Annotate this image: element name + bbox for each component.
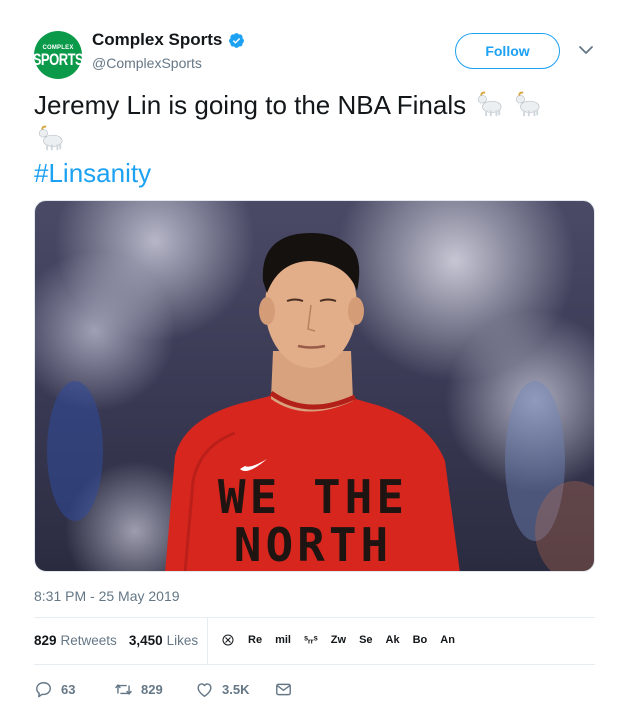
retweets-count: 829 — [34, 633, 57, 648]
retweets-label: Retweets — [60, 633, 117, 648]
likes-label: Likes — [166, 633, 199, 648]
reply-icon — [36, 682, 51, 698]
shirt-text-line1: WE THE — [218, 470, 408, 524]
likes-count: 3,450 — [128, 633, 163, 648]
stats-separator — [207, 618, 208, 664]
like-count: 3.5K — [222, 682, 250, 697]
liker-avatar[interactable]: Ak — [386, 634, 400, 646]
broken-avatar-icon[interactable] — [222, 634, 234, 646]
liker-avatar[interactable]: mil — [275, 634, 291, 646]
liker-avatar[interactable]: ˢᵣᵣˢ — [304, 634, 318, 646]
goat-icon — [478, 91, 502, 117]
liker-avatar[interactable]: Se — [359, 634, 372, 646]
reply-button[interactable]: 63 — [34, 680, 114, 699]
likes-stat[interactable]: 3,450 Likes — [129, 633, 198, 648]
divider — [34, 664, 595, 665]
liker-avatar[interactable]: Zw — [331, 634, 346, 646]
verified-badge-icon — [229, 32, 245, 48]
follow-button[interactable]: Follow — [455, 33, 560, 69]
envelope-icon — [276, 683, 291, 696]
liker-avatars: Re mil ˢᵣᵣˢ Zw Se Ak Bo An — [222, 634, 468, 646]
handle[interactable]: @ComplexSports — [92, 55, 202, 71]
tweet-body: Jeremy Lin is going to the NBA Finals — [34, 90, 467, 120]
avatar[interactable]: COMPLEX SPORTS — [32, 31, 84, 79]
reply-count: 63 — [61, 682, 76, 697]
liker-avatar[interactable]: Bo — [413, 634, 428, 646]
liker-avatar[interactable]: Re — [248, 634, 262, 646]
retweet-count: 829 — [141, 682, 163, 697]
tweet-photo[interactable]: WE THE NORTH — [34, 200, 595, 572]
liker-avatar[interactable]: An — [440, 634, 455, 646]
tweet-stats: 829 Retweets 3,450 Likes — [34, 633, 210, 648]
shirt-text-line2: NORTH — [234, 518, 392, 572]
author-name-row[interactable]: Complex Sports — [92, 30, 245, 50]
goat-icon — [515, 91, 539, 117]
tweet-actions: 63 829 3.5K — [34, 680, 301, 699]
player-illustration: WE THE NORTH — [47, 233, 594, 572]
goat-icon — [38, 125, 63, 151]
hashtag-link[interactable]: #Linsanity — [34, 158, 151, 189]
display-name[interactable]: Complex Sports — [92, 30, 222, 50]
like-button[interactable]: 3.5K — [195, 680, 274, 699]
avatar-text-bottom: SPORTS — [32, 49, 84, 69]
retweet-icon — [115, 684, 132, 695]
divider — [34, 617, 595, 618]
retweet-button[interactable]: 829 — [114, 680, 195, 699]
tweet-text: Jeremy Lin is going to the NBA Finals — [34, 88, 594, 156]
direct-message-button[interactable] — [274, 680, 301, 699]
heart-icon — [197, 683, 212, 697]
retweets-stat[interactable]: 829 Retweets — [34, 633, 117, 648]
chevron-down-icon[interactable] — [578, 44, 594, 56]
tweet-timestamp[interactable]: 8:31 PM - 25 May 2019 — [34, 588, 180, 604]
tweet-card: COMPLEX SPORTS Complex Sports @ComplexSp… — [0, 0, 627, 716]
